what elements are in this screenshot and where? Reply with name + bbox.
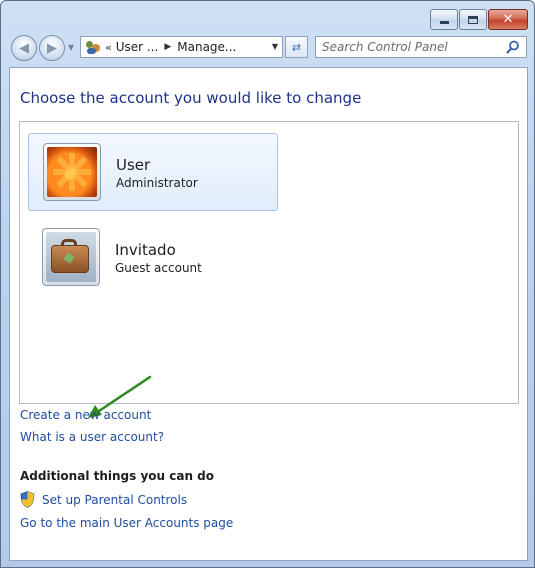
page-title: Choose the account you would like to cha… bbox=[20, 89, 362, 107]
title-bar[interactable]: ✕ bbox=[1, 1, 534, 31]
maximize-icon bbox=[468, 15, 478, 24]
back-button[interactable]: ◀ bbox=[11, 35, 37, 61]
breadcrumb-manage[interactable]: Manage... bbox=[177, 40, 236, 54]
create-account-link[interactable]: Create a new account bbox=[20, 408, 151, 422]
search-box[interactable] bbox=[315, 36, 527, 58]
address-overflow-chevron[interactable]: « bbox=[105, 41, 112, 54]
account-name: User bbox=[116, 156, 151, 174]
breadcrumb-user-accounts[interactable]: User ... bbox=[116, 40, 159, 54]
breadcrumb-separator-icon[interactable]: ▶ bbox=[164, 42, 171, 52]
avatar bbox=[43, 143, 101, 201]
what-is-account-link[interactable]: What is a user account? bbox=[20, 430, 164, 444]
back-arrow-icon: ◀ bbox=[19, 40, 29, 56]
refresh-button[interactable]: ⇄ bbox=[285, 36, 308, 58]
window-frame: ✕ ◀ ▶ ▼ « User ... ▶ Manage... ▼ ⇄ Searc… bbox=[0, 0, 535, 568]
minimize-icon bbox=[439, 21, 449, 24]
address-bar[interactable]: « User ... ▶ Manage... ▼ bbox=[80, 36, 283, 58]
additional-tasks-heading: Additional things you can do bbox=[20, 469, 215, 483]
user-accounts-icon bbox=[85, 39, 101, 55]
account-tile-invitado[interactable]: Invitado Guest account bbox=[28, 219, 278, 297]
briefcase-avatar-icon bbox=[46, 232, 96, 282]
navigation-bar: ◀ ▶ ▼ « User ... ▶ Manage... ▼ ⇄ bbox=[1, 31, 534, 65]
avatar bbox=[42, 228, 100, 286]
account-type: Guest account bbox=[115, 261, 202, 275]
account-list: User Administrator Invitado Guest accoun… bbox=[19, 121, 519, 404]
close-button[interactable]: ✕ bbox=[488, 9, 528, 30]
account-name: Invitado bbox=[115, 241, 176, 259]
account-type: Administrator bbox=[116, 176, 198, 190]
maximize-button[interactable] bbox=[459, 9, 487, 30]
parental-controls-link[interactable]: Set up Parental Controls bbox=[42, 493, 187, 507]
content-area: Choose the account you would like to cha… bbox=[9, 67, 528, 561]
uac-shield-icon bbox=[20, 491, 35, 508]
account-tile-user[interactable]: User Administrator bbox=[28, 133, 278, 211]
forward-button[interactable]: ▶ bbox=[39, 35, 65, 61]
main-user-accounts-link[interactable]: Go to the main User Accounts page bbox=[20, 516, 233, 530]
search-input[interactable] bbox=[316, 37, 496, 57]
forward-arrow-icon: ▶ bbox=[47, 40, 57, 56]
flower-avatar-icon bbox=[47, 147, 97, 197]
refresh-icon: ⇄ bbox=[291, 40, 302, 54]
address-dropdown-icon[interactable]: ▼ bbox=[272, 42, 278, 51]
close-icon: ✕ bbox=[502, 12, 514, 27]
minimize-button[interactable] bbox=[430, 9, 458, 30]
search-icon[interactable] bbox=[506, 40, 520, 54]
recent-pages-dropdown[interactable]: ▼ bbox=[68, 43, 74, 52]
